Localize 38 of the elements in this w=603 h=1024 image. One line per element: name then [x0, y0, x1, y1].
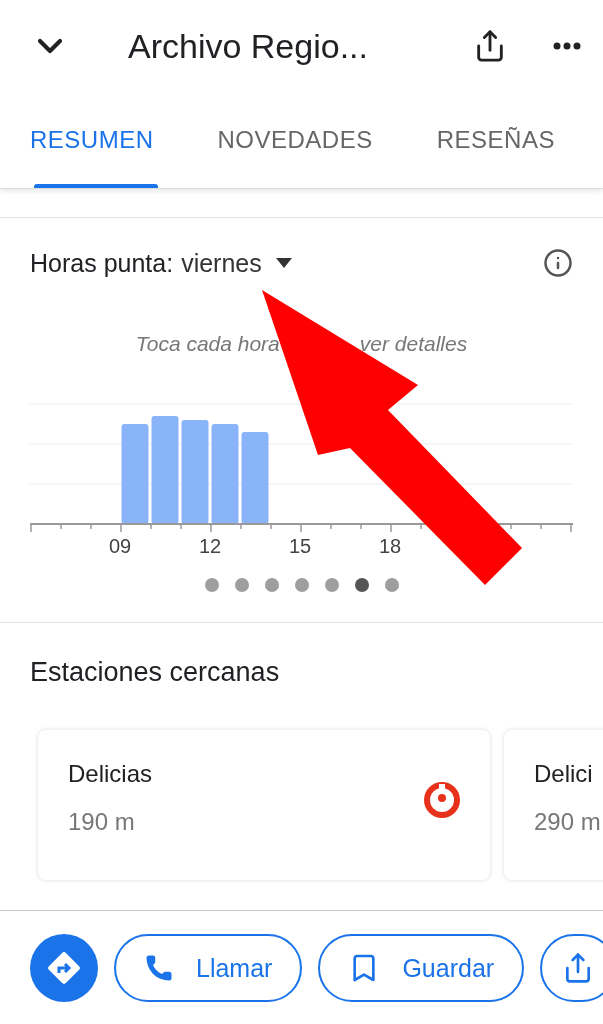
- station-distance: 190 m: [68, 808, 136, 836]
- page-dot[interactable]: [384, 578, 399, 592]
- page-dot[interactable]: [204, 578, 219, 592]
- info-icon[interactable]: [543, 248, 573, 278]
- phone-icon: [144, 953, 174, 983]
- hour-label: 18: [378, 535, 402, 556]
- station-card[interactable]: Delicias 190 m: [38, 730, 490, 880]
- hour-bar[interactable]: [151, 416, 179, 524]
- caret-icon: [275, 258, 292, 268]
- hour-bar[interactable]: [241, 432, 269, 524]
- page-dot[interactable]: [354, 578, 369, 592]
- page-dot[interactable]: [294, 578, 309, 592]
- popular-times-label: Horas punta:: [30, 248, 174, 278]
- station-card[interactable]: Delici 290 m: [504, 730, 603, 880]
- hour-bar[interactable]: [211, 424, 239, 524]
- section-title: Estaciones cercanas: [30, 657, 281, 688]
- save-button[interactable]: Guardar: [318, 934, 525, 1002]
- page-dot[interactable]: [324, 578, 339, 592]
- tab[interactable]: RESEÑAS: [406, 92, 555, 188]
- station-distance: 290 m: [534, 808, 601, 836]
- station-name: Delici: [534, 760, 594, 788]
- hour-bar[interactable]: [121, 424, 149, 524]
- page-dot[interactable]: [234, 578, 249, 592]
- hint-text: ver detalles: [359, 332, 468, 356]
- place-title: Archivo Regio...: [127, 26, 369, 66]
- day-dropdown[interactable]: viernes: [173, 248, 292, 278]
- hour-bar[interactable]: [181, 420, 209, 524]
- tab[interactable]: NOVEDADES: [187, 92, 373, 188]
- call-button[interactable]: Llamar: [114, 934, 303, 1002]
- more-button[interactable]: [553, 42, 581, 50]
- station-name: Delicias: [68, 760, 153, 788]
- page-dot[interactable]: [264, 578, 279, 592]
- hour-label: 12: [198, 535, 222, 556]
- hour-label: 15: [288, 535, 312, 556]
- metro-icon: [424, 782, 460, 818]
- hour-label: 09: [108, 535, 132, 556]
- hint-text: Toca cada hora: [135, 332, 280, 356]
- more-icon: [553, 42, 581, 50]
